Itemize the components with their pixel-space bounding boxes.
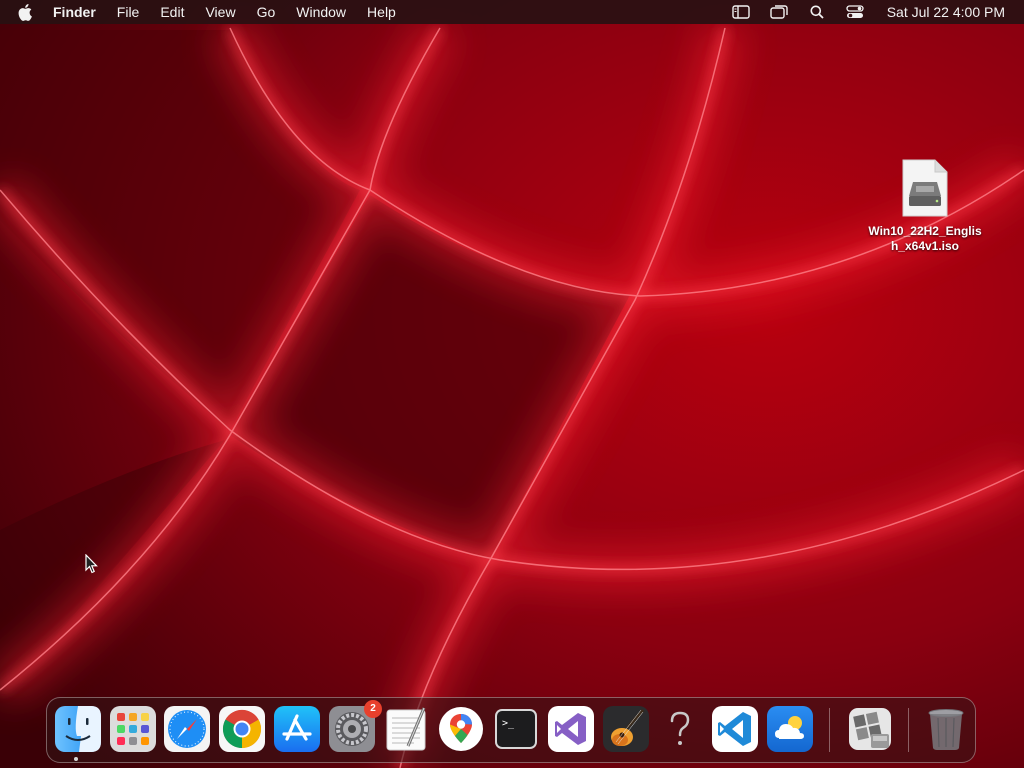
visual-studio-icon bbox=[548, 706, 594, 752]
app-store-icon bbox=[274, 706, 320, 752]
apple-menu-icon[interactable] bbox=[18, 3, 36, 21]
menu-go[interactable]: Go bbox=[257, 0, 276, 24]
dock-google-maps[interactable] bbox=[438, 706, 484, 752]
dock-chrome[interactable] bbox=[219, 706, 265, 752]
dock-garageband[interactable] bbox=[603, 706, 649, 752]
reading-list-icon[interactable] bbox=[731, 4, 751, 20]
dock-trash[interactable] bbox=[923, 706, 969, 752]
desktop-wallpaper bbox=[0, 0, 1024, 768]
garageband-icon bbox=[603, 706, 649, 752]
dock-separator bbox=[829, 708, 830, 752]
question-mark-icon bbox=[670, 711, 690, 745]
dock-boot-camp[interactable] bbox=[847, 706, 893, 752]
dock-textedit[interactable] bbox=[384, 706, 430, 752]
launchpad-icon bbox=[110, 706, 156, 752]
menu-app-name[interactable]: Finder bbox=[53, 0, 96, 24]
screen-mirroring-icon[interactable] bbox=[769, 4, 789, 20]
dock-visual-studio[interactable] bbox=[548, 706, 594, 752]
dock: 2 >_ bbox=[46, 697, 976, 763]
chrome-icon bbox=[219, 706, 265, 752]
dock-separator bbox=[908, 708, 909, 752]
menu-window[interactable]: Window bbox=[296, 0, 346, 24]
dock-launchpad[interactable] bbox=[110, 706, 156, 752]
dock-terminal[interactable]: >_ bbox=[493, 706, 539, 752]
mouse-cursor-icon bbox=[85, 554, 98, 574]
dock-app-store[interactable] bbox=[274, 706, 320, 752]
desktop-file-iso[interactable]: Win10_22H2_English_x64v1.iso bbox=[862, 158, 988, 254]
terminal-icon: >_ bbox=[495, 709, 537, 749]
system-settings-badge: 2 bbox=[364, 700, 382, 718]
dock-help[interactable] bbox=[657, 706, 703, 752]
vscode-icon bbox=[712, 706, 758, 752]
menu-bar-clock[interactable]: Sat Jul 22 4:00 PM bbox=[887, 4, 1005, 20]
menu-view[interactable]: View bbox=[205, 0, 235, 24]
dock-system-settings[interactable]: 2 bbox=[329, 700, 382, 752]
weather-icon bbox=[767, 706, 813, 752]
google-maps-icon bbox=[439, 707, 483, 751]
desktop-file-label: Win10_22H2_English_x64v1.iso bbox=[868, 224, 982, 253]
textedit-icon bbox=[386, 707, 426, 751]
boot-camp-icon bbox=[849, 708, 891, 750]
safari-icon bbox=[164, 706, 210, 752]
menu-edit[interactable]: Edit bbox=[160, 0, 184, 24]
menu-bar: Finder File Edit View Go Window Help Sat… bbox=[0, 0, 1024, 24]
control-center-icon[interactable] bbox=[845, 4, 865, 20]
dock-weather[interactable] bbox=[767, 706, 813, 752]
spotlight-search-icon[interactable] bbox=[807, 4, 827, 20]
dock-finder[interactable] bbox=[55, 706, 101, 752]
terminal-prompt-text: >_ bbox=[502, 718, 515, 729]
dock-vscode[interactable] bbox=[712, 706, 758, 752]
menu-file[interactable]: File bbox=[117, 0, 140, 24]
menu-help[interactable]: Help bbox=[367, 0, 396, 24]
disk-image-icon bbox=[902, 159, 948, 217]
finder-icon bbox=[55, 706, 101, 752]
finder-running-indicator bbox=[74, 757, 78, 761]
trash-icon bbox=[928, 709, 964, 750]
dock-safari[interactable] bbox=[164, 706, 210, 752]
